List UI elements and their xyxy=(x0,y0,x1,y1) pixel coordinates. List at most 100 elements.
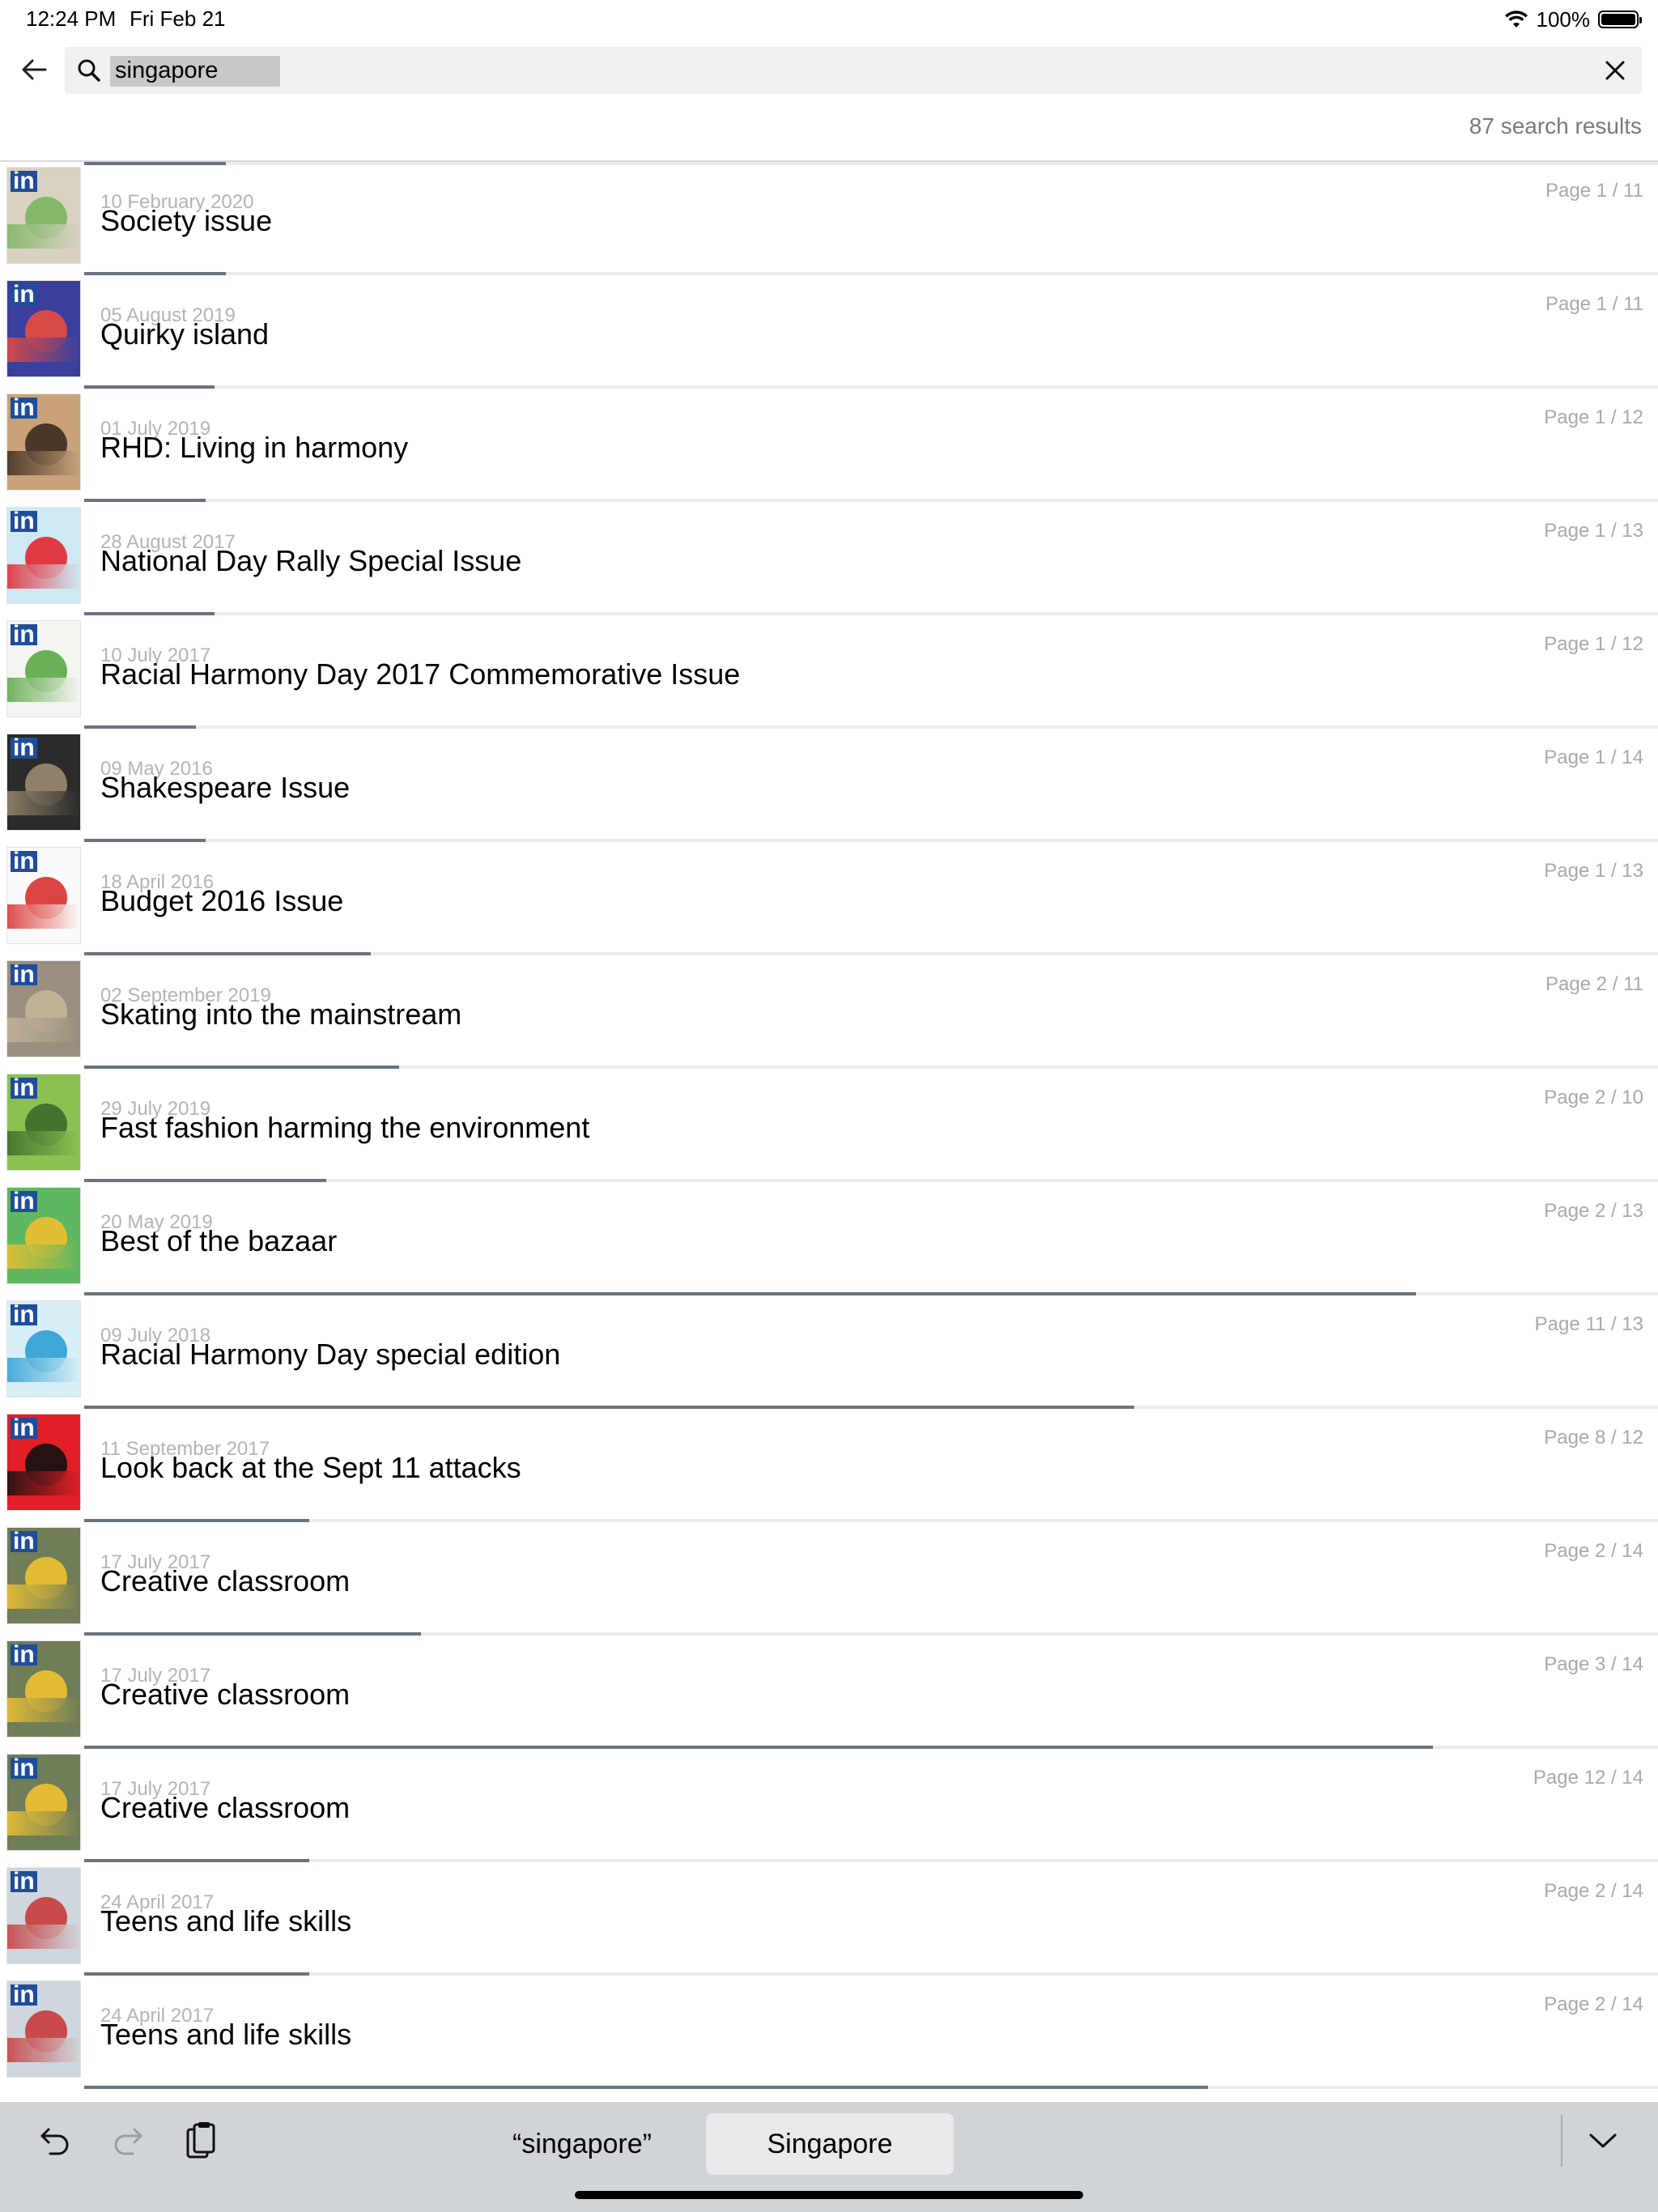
page-indicator: Page 12 / 14 xyxy=(1533,1767,1643,1789)
page-indicator: Page 1 / 14 xyxy=(1544,747,1643,768)
result-row[interactable]: in 18 April 2016 Budget 2016 Issue Page 1 /… xyxy=(0,842,1658,955)
page-indicator: Page 1 / 13 xyxy=(1544,520,1643,542)
issue-cover-thumbnail: in xyxy=(6,620,81,717)
result-row[interactable]: in 17 July 2017 Creative classroom Page 3 /… xyxy=(0,1636,1658,1749)
issue-cover-thumbnail: in xyxy=(6,393,81,491)
paste-button[interactable] xyxy=(178,2118,223,2163)
results-list[interactable]: in 10 February 2020 Society issue Page 1 / … xyxy=(0,162,1658,2102)
issue-cover-thumbnail: in xyxy=(6,734,81,831)
redo-button[interactable] xyxy=(105,2118,151,2163)
page-indicator: Page 2 / 14 xyxy=(1544,1993,1643,2015)
issue-title: National Day Rally Special Issue xyxy=(100,544,522,577)
issue-title: Skating into the mainstream xyxy=(100,998,462,1031)
publication-logo-icon: in xyxy=(11,509,37,534)
result-row[interactable]: in 09 May 2016 Shakespeare Issue Page 1 / 1… xyxy=(0,729,1658,842)
result-row[interactable]: in 01 July 2019 RHD: Living in harmony Page… xyxy=(0,389,1658,502)
result-row[interactable]: in 10 July 2017 Racial Harmony Day 2017 Co… xyxy=(0,615,1658,729)
result-row[interactable]: in 17 July 2017 Creative classroom Page 12 … xyxy=(0,1749,1658,1862)
search-header: 87 search results xyxy=(0,39,1658,162)
redo-icon xyxy=(114,2128,142,2155)
home-indicator xyxy=(575,2191,1083,2199)
battery-icon xyxy=(1598,11,1642,28)
publication-logo-icon: in xyxy=(11,1076,37,1100)
issue-title: Racial Harmony Day special edition xyxy=(100,1338,561,1371)
issue-cover-thumbnail: in xyxy=(6,960,81,1057)
issue-title: Look back at the Sept 11 attacks xyxy=(100,1451,521,1484)
issue-title: Best of the bazaar xyxy=(100,1224,338,1257)
issue-cover-thumbnail: in xyxy=(6,280,81,377)
suggestion-singapore[interactable]: Singapore xyxy=(706,2113,954,2175)
publication-logo-icon: in xyxy=(11,623,37,647)
publication-logo-icon: in xyxy=(11,849,37,874)
issue-title: Shakespeare Issue xyxy=(100,771,351,804)
issue-cover-thumbnail: in xyxy=(6,1414,81,1511)
issue-cover-thumbnail: in xyxy=(6,1527,81,1624)
reading-progress-fill xyxy=(84,2086,1209,2089)
search-bar[interactable] xyxy=(65,47,1642,94)
undo-button[interactable] xyxy=(32,2118,78,2163)
page-indicator: Page 11 / 13 xyxy=(1534,1313,1643,1335)
page-indicator: Page 1 / 11 xyxy=(1545,293,1643,315)
back-button[interactable] xyxy=(16,52,52,87)
page-indicator: Page 3 / 14 xyxy=(1544,1653,1643,1675)
reading-progress-track xyxy=(84,2086,1658,2089)
issue-title: Society issue xyxy=(100,204,273,237)
issue-cover-thumbnail: in xyxy=(6,167,81,264)
issue-cover-thumbnail: in xyxy=(6,847,81,944)
page-indicator: Page 2 / 13 xyxy=(1544,1200,1643,1222)
result-row[interactable]: in 17 July 2017 Creative classroom Page 2 /… xyxy=(0,1522,1658,1636)
issue-title: Teens and life skills xyxy=(100,1904,352,1938)
issue-cover-thumbnail: in xyxy=(6,1640,81,1738)
page-indicator: Page 2 / 11 xyxy=(1545,973,1643,995)
results-count: 87 search results xyxy=(1469,113,1642,138)
issue-title: Budget 2016 Issue xyxy=(100,884,344,917)
clear-search-icon[interactable] xyxy=(1603,58,1627,83)
publication-logo-icon: in xyxy=(11,1870,37,1894)
paste-icon xyxy=(186,2122,215,2159)
result-row[interactable]: in 28 August 2017 National Day Rally Speci… xyxy=(0,502,1658,615)
publication-logo-icon: in xyxy=(11,283,37,307)
reading-progress-fill xyxy=(84,162,226,165)
wifi-icon xyxy=(1504,11,1528,28)
status-date: Fri Feb 21 xyxy=(130,6,226,31)
page-indicator: Page 2 / 14 xyxy=(1544,1540,1643,1562)
publication-logo-icon: in xyxy=(11,1643,37,1667)
publication-logo-icon: in xyxy=(11,1416,37,1440)
page-indicator: Page 1 / 12 xyxy=(1544,633,1643,655)
result-row[interactable]: in 02 September 2019 Skating into the main… xyxy=(0,955,1658,1069)
toolbar-divider xyxy=(1561,2115,1562,2167)
battery-percent: 100% xyxy=(1536,6,1591,32)
publication-logo-icon: in xyxy=(11,1189,37,1214)
page-indicator: Page 8 / 12 xyxy=(1544,1427,1643,1448)
result-row[interactable]: in 09 July 2018 Racial Harmony Day special… xyxy=(0,1295,1658,1409)
search-input[interactable] xyxy=(112,53,1559,87)
publication-logo-icon: in xyxy=(11,396,37,420)
issue-cover-thumbnail: in xyxy=(6,1754,81,1851)
page-indicator: Page 1 / 11 xyxy=(1545,180,1643,202)
back-arrow-icon xyxy=(22,59,47,80)
page-indicator: Page 2 / 14 xyxy=(1544,1880,1643,1902)
dismiss-keyboard-icon xyxy=(1589,2133,1617,2148)
result-row[interactable]: in 05 August 2019 Quirky island Page 1 / 11 xyxy=(0,275,1658,389)
publication-logo-icon: in xyxy=(11,1756,37,1780)
result-row[interactable]: in 11 September 2017 Look back at the Sept… xyxy=(0,1409,1658,1522)
issue-cover-thumbnail: in xyxy=(6,507,81,604)
issue-cover-thumbnail: in xyxy=(6,1300,81,1397)
suggestion-quoted[interactable]: “singapore” xyxy=(453,2113,711,2175)
result-row[interactable]: in 10 February 2020 Society issue Page 1 / … xyxy=(0,162,1658,275)
status-time: 12:24 PM xyxy=(26,6,117,31)
reading-progress-track xyxy=(84,162,1658,165)
result-row[interactable]: in 20 May 2019 Best of the bazaar Page 2 / … xyxy=(0,1182,1658,1295)
issue-cover-thumbnail: in xyxy=(6,1867,81,1964)
result-row[interactable]: in 29 July 2019 Fast fashion harming the e… xyxy=(0,1069,1658,1182)
status-bar: 12:24 PM Fri Feb 21 100% xyxy=(0,0,1658,39)
result-row[interactable]: in 24 April 2017 Teens and life skills Page… xyxy=(0,1976,1658,2089)
issue-title: Creative classroom xyxy=(100,1678,351,1711)
dismiss-keyboard-button[interactable] xyxy=(1580,2118,1626,2163)
publication-logo-icon: in xyxy=(11,1983,37,2007)
status-right: 100% xyxy=(1504,5,1642,34)
publication-logo-icon: in xyxy=(11,736,37,760)
issue-title: Quirky island xyxy=(100,317,270,351)
page-indicator: Page 1 / 13 xyxy=(1544,860,1643,882)
result-row[interactable]: in 24 April 2017 Teens and life skills Page… xyxy=(0,1862,1658,1976)
